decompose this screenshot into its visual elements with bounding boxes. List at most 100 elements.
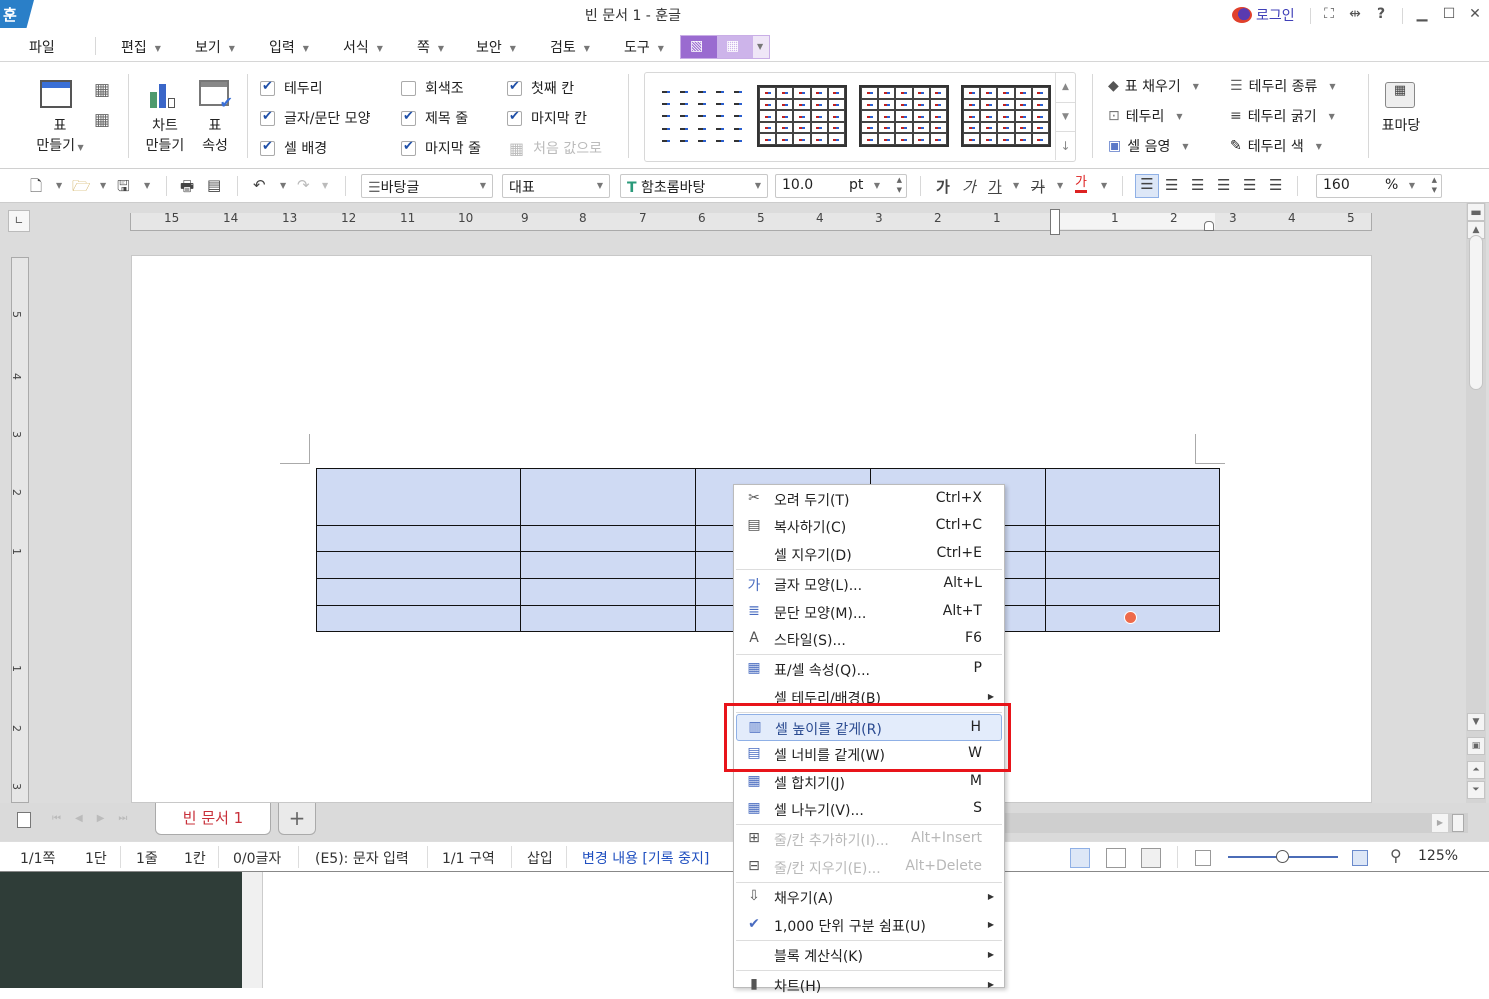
checkbox-char-para[interactable]: 글자/문단 모양 — [260, 108, 370, 128]
menu-insert[interactable]: 입력 ▼ — [269, 37, 309, 57]
menu-page[interactable]: 쪽 ▼ — [417, 37, 444, 57]
table-fill-button[interactable]: ◆ 표 채우기 ▼ — [1108, 76, 1199, 96]
menu-security[interactable]: 보안 ▼ — [476, 37, 516, 57]
menu-item-table-cell-props[interactable]: ▦ 표/셀 속성(Q)... P — [736, 656, 1002, 683]
add-tab-button[interactable]: + — [278, 803, 316, 835]
menu-item-thousand-sep[interactable]: ✔ 1,000 단위 구분 쉼표(U) ▶ — [736, 912, 1002, 939]
table-layout-tab[interactable]: ▦ — [717, 36, 753, 58]
chart-create-button[interactable]: 차트 만들기 — [138, 116, 192, 156]
table-design-tab[interactable]: ▧ — [681, 36, 717, 58]
menu-item-char-shape[interactable]: 가 글자 모양(L)... Alt+L — [736, 571, 1002, 598]
checkbox-header-row[interactable]: 제목 줄 — [401, 108, 468, 128]
preview-icon[interactable]: ▤ — [207, 176, 221, 194]
align-split-button[interactable]: ☰ — [1269, 176, 1282, 194]
table-cell[interactable] — [1045, 525, 1220, 552]
table-cell[interactable] — [316, 551, 521, 579]
align-right-button[interactable]: ☰ — [1217, 176, 1230, 194]
open-dropdown[interactable]: ▼ — [100, 181, 106, 190]
border-color-button[interactable]: ✎ 테두리 색 ▼ — [1230, 136, 1322, 156]
menu-item-cut[interactable]: ✂ 오려 두기(T) Ctrl+X — [736, 486, 1002, 513]
table-cell[interactable] — [316, 605, 521, 632]
erase-table-icon[interactable]: ▦ — [94, 110, 110, 130]
hsplit-handle[interactable] — [1452, 814, 1464, 832]
menu-edit[interactable]: 편집 ▼ — [121, 37, 161, 57]
border-width-button[interactable]: ≡ 테두리 굵기 ▼ — [1230, 106, 1335, 126]
page-icon[interactable] — [17, 812, 31, 828]
table-style-dashed-cols[interactable] — [961, 85, 1051, 147]
table-style-dotted-rows[interactable] — [859, 85, 949, 147]
language-select[interactable]: 대표 ▼ — [502, 174, 610, 198]
bold-button[interactable]: 가 — [936, 176, 950, 197]
menu-item-delete-row-col[interactable]: ⊟ 줄/칸 지우기(E)... Alt+Delete — [736, 854, 1002, 881]
draw-table-icon[interactable]: ▦ — [94, 80, 110, 100]
table-cell[interactable] — [1045, 551, 1220, 579]
italic-button[interactable]: 가 — [962, 176, 976, 197]
gallery-up-icon[interactable]: ▲ — [1055, 73, 1075, 102]
font-color-button[interactable]: 가 — [1075, 176, 1087, 193]
next-page-icon[interactable]: ⏷ — [1467, 781, 1485, 799]
table-style-none[interactable] — [657, 85, 747, 147]
magnifier-icon[interactable]: ⚲ — [1390, 846, 1402, 865]
menu-item-merge-cells[interactable]: ▦ 셀 합치기(J) M — [736, 769, 1002, 796]
tab-document[interactable]: 빈 문서 1 — [155, 803, 271, 835]
strikethrough-button[interactable]: 가 — [1031, 176, 1045, 197]
underline-button[interactable]: 가 — [988, 176, 1002, 197]
table-cell[interactable] — [316, 525, 521, 552]
new-doc-icon[interactable]: 🗋 — [30, 176, 42, 201]
maximize-icon[interactable]: ☐ — [1440, 6, 1458, 22]
underline-dropdown[interactable]: ▼ — [1013, 181, 1019, 190]
gallery-more-icon[interactable]: ↓ — [1055, 131, 1075, 160]
menu-item-copy[interactable]: ▤ 복사하기(C) Ctrl+C — [736, 513, 1002, 540]
minimize-icon[interactable]: ▁ — [1413, 6, 1431, 22]
align-justify-button[interactable]: ☰ — [1135, 174, 1159, 198]
checkbox-cell-bg[interactable]: 셀 배경 — [260, 138, 327, 158]
menu-item-insert-row-col[interactable]: ⊞ 줄/칸 추가하기(I)... Alt+Insert — [736, 826, 1002, 853]
zoom-out-icon[interactable] — [1195, 850, 1211, 866]
menu-item-split-cells[interactable]: ▦ 셀 나누기(V)... S — [736, 796, 1002, 823]
menu-file[interactable]: 파일 — [29, 37, 55, 57]
close-icon[interactable]: ✕ — [1466, 6, 1484, 22]
reset-default-button[interactable]: ▦ 처음 값으로 — [509, 138, 602, 158]
view-page-icon[interactable] — [1070, 848, 1090, 868]
indent-marker[interactable] — [1050, 209, 1060, 235]
open-folder-icon[interactable]: 🗁 — [72, 176, 91, 201]
page-view-icon[interactable]: ▣ — [1467, 737, 1485, 755]
menu-item-style[interactable]: A 스타일(S)... F6 — [736, 626, 1002, 653]
table-cell[interactable] — [520, 578, 696, 606]
font-color-dropdown[interactable]: ▼ — [1101, 181, 1107, 190]
menu-tools[interactable]: 도구 ▼ — [624, 37, 664, 57]
checkbox-last-row[interactable]: 마지막 줄 — [401, 138, 481, 158]
split-handle-icon[interactable]: ▬ — [1467, 203, 1485, 221]
horizontal-scrollbar[interactable]: ▶ — [1000, 813, 1468, 833]
table-create-button[interactable]: 표 만들기 ▼ — [30, 116, 90, 158]
prev-page-icon[interactable]: ⏶ — [1467, 761, 1485, 779]
menu-item-clear-cells[interactable]: 셀 지우기(D) Ctrl+E — [736, 541, 1002, 568]
table-cell[interactable] — [520, 551, 696, 579]
align-left-button[interactable]: ☰ — [1165, 176, 1178, 194]
tab-stop-toggle[interactable]: ∟ — [8, 210, 30, 232]
table-cell[interactable] — [520, 525, 696, 552]
style-select[interactable]: ☰바탕글 ▼ — [361, 174, 493, 198]
zoom-in-icon[interactable] — [1352, 850, 1368, 866]
cell-shade-button[interactable]: ▣ 셀 음영 ▼ — [1108, 136, 1188, 156]
view-width-icon[interactable] — [1106, 848, 1126, 868]
table-cell[interactable] — [520, 468, 696, 526]
table-style-grid[interactable] — [757, 85, 847, 147]
table-cell[interactable] — [316, 578, 521, 606]
scroll-down-icon[interactable]: ▼ — [1467, 713, 1485, 731]
zoom-level[interactable]: 125% — [1418, 848, 1458, 864]
table-cell[interactable] — [1045, 468, 1220, 526]
align-center-button[interactable]: ☰ — [1191, 176, 1204, 194]
login-button[interactable]: 로그인 — [1232, 5, 1295, 25]
redo-icon[interactable]: ↷ — [297, 176, 310, 194]
menu-item-para-shape[interactable]: ≣ 문단 모양(M)... Alt+T — [736, 599, 1002, 626]
horizontal-ruler[interactable]: 15 14 13 12 11 10 9 8 7 6 5 4 3 2 1 1 2 … — [130, 209, 1372, 235]
scroll-thumb[interactable] — [1469, 235, 1483, 390]
checkbox-grayscale[interactable]: 회색조 — [401, 78, 464, 98]
undo-icon[interactable]: ↶ — [253, 176, 266, 194]
status-page[interactable]: 1/1쪽 — [20, 848, 55, 868]
table-props-button[interactable]: 표 속성 — [196, 116, 234, 156]
help-icon[interactable]: ? — [1372, 6, 1390, 22]
vertical-ruler[interactable]: 5 4 3 2 1 1 2 3 — [10, 257, 29, 803]
table-cell[interactable] — [520, 605, 696, 632]
